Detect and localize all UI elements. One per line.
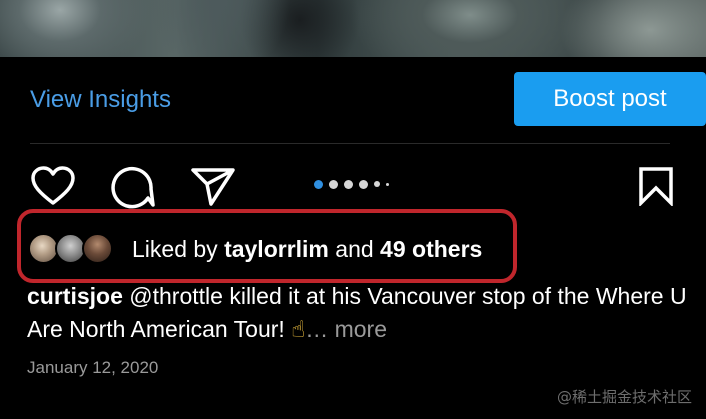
watermark: @稀土掘金技术社区: [556, 388, 692, 406]
caption-ellipsis: …: [305, 316, 329, 342]
carousel-dot: [386, 182, 389, 186]
post-image[interactable]: [0, 0, 706, 57]
divider: [30, 143, 670, 144]
caption-username[interactable]: curtisjoe: [27, 283, 123, 309]
caption-emoji: ☝: [291, 316, 306, 342]
heart-icon[interactable]: [30, 166, 76, 206]
liker-username[interactable]: taylorrlim: [224, 236, 329, 262]
carousel-indicator: [314, 178, 389, 190]
post-date: January 12, 2020: [27, 358, 159, 377]
bookmark-icon[interactable]: [636, 166, 676, 206]
carousel-dot: [359, 179, 368, 189]
caption-mention[interactable]: @throttle: [129, 283, 223, 309]
likes-conjunction: and: [328, 235, 381, 262]
post-caption: curtisjoe @throttle killed it at his Van…: [27, 280, 687, 346]
comment-icon[interactable]: [110, 165, 156, 209]
carousel-dot: [314, 179, 323, 189]
likes-text: Liked by taylorrlim and 49 others: [132, 236, 482, 263]
liker-avatars: [28, 231, 116, 267]
carousel-dot: [374, 181, 380, 187]
view-insights-link[interactable]: View Insights: [30, 86, 171, 114]
more-link[interactable]: more: [328, 316, 387, 342]
share-icon[interactable]: [190, 166, 236, 206]
boost-post-button[interactable]: Boost post: [514, 72, 706, 126]
avatar: [82, 233, 113, 264]
likes-row[interactable]: Liked by taylorrlim and 49 others: [28, 229, 482, 269]
likes-prefix: Liked by: [132, 235, 225, 262]
post-actions: [0, 160, 706, 210]
insights-bar: View Insights Boost post: [0, 72, 706, 128]
carousel-dot: [329, 179, 338, 189]
carousel-dot: [344, 179, 353, 189]
likes-others-count[interactable]: 49 others: [380, 236, 482, 262]
